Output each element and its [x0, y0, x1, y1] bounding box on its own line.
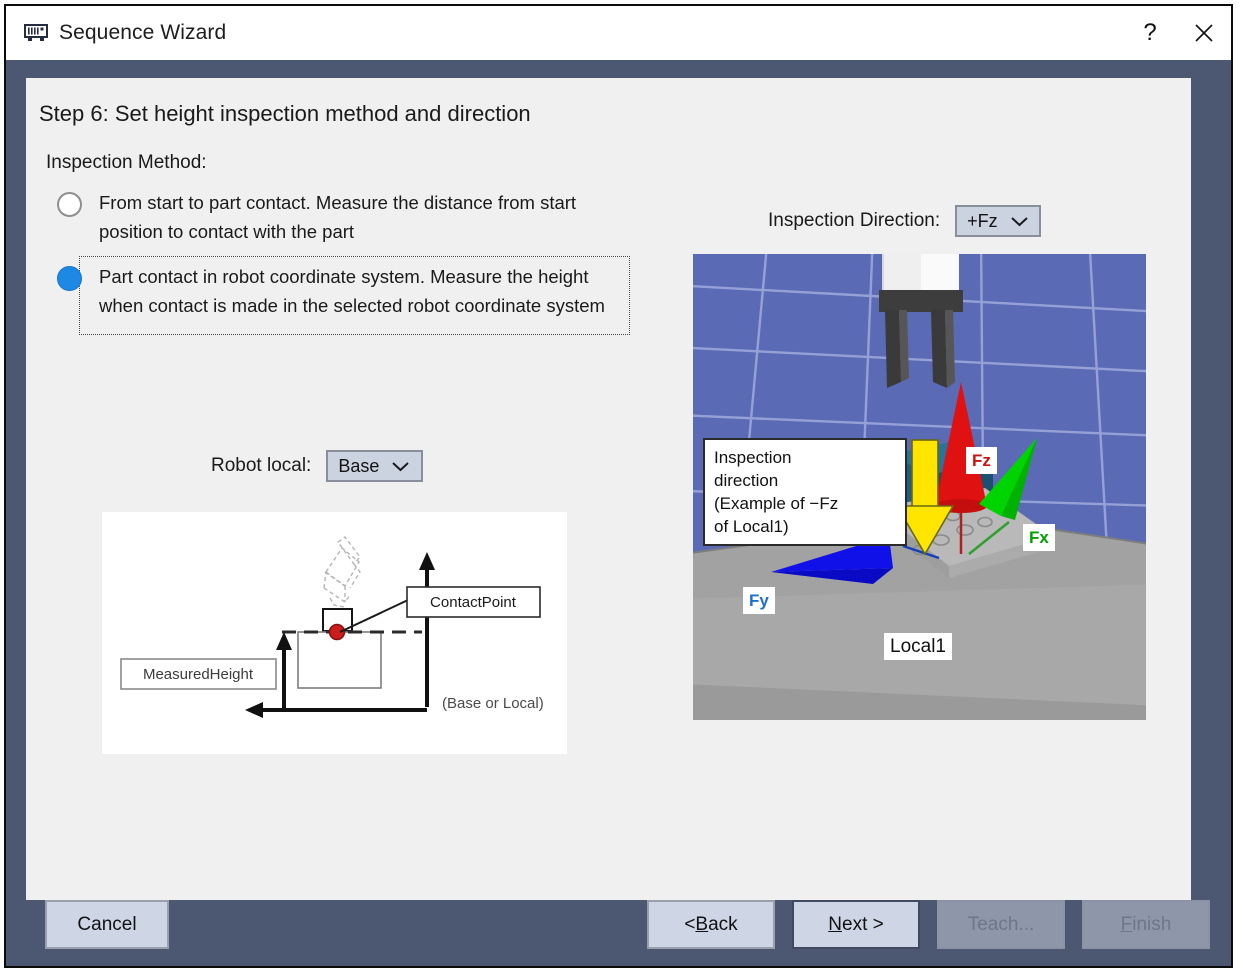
back-button[interactable]: < Back — [647, 900, 775, 949]
inspection-direction-value: +Fz — [967, 211, 998, 232]
axis-label-fz: Fz — [966, 447, 997, 474]
robot-local-label: Robot local: — [211, 455, 311, 477]
diagram-label-contact-point: ContactPoint — [430, 594, 517, 611]
inspection-direction-callout: Inspection direction (Example of −Fz of … — [703, 438, 907, 546]
inspection-method-label: Inspection Method: — [46, 152, 207, 174]
radio-label-from-start: From start to part contact. Measure the … — [99, 188, 637, 246]
robot-gripper-3d-preview: Inspection direction (Example of −Fz of … — [693, 254, 1146, 720]
finish-label-suffix: inish — [1132, 914, 1171, 936]
teach-button: Teach... — [937, 900, 1065, 949]
dialog-frame: Step 6: Set height inspection method and… — [6, 60, 1231, 966]
inspection-direction-label: Inspection Direction: — [768, 210, 940, 232]
radio-label-part-contact: Part contact in robot coordinate system.… — [99, 262, 637, 320]
inspection-direction-dropdown[interactable]: +Fz — [955, 205, 1041, 237]
radio-unselected-icon[interactable] — [57, 192, 82, 217]
inspection-direction-row: Inspection Direction: +Fz — [768, 205, 1041, 237]
chip-icon — [24, 24, 48, 42]
local-frame-label: Local1 — [884, 633, 952, 660]
close-icon[interactable] — [1177, 6, 1231, 60]
sequence-wizard-window: Sequence Wizard ? Step 6: Set height ins… — [4, 4, 1233, 968]
back-label-prefix: < — [684, 914, 695, 936]
radio-option-part-contact-in-robot-coordinate-system[interactable]: Part contact in robot coordinate system.… — [57, 262, 637, 320]
robot-local-row: Robot local: Base — [211, 450, 423, 482]
page-title: Step 6: Set height inspection method and… — [39, 101, 531, 127]
robot-local-dropdown[interactable]: Base — [326, 450, 423, 482]
window-title: Sequence Wizard — [59, 21, 226, 45]
radio-option-from-start-to-part-contact[interactable]: From start to part contact. Measure the … — [57, 188, 637, 246]
next-accelerator: N — [828, 914, 842, 936]
next-label-suffix: ext > — [842, 914, 884, 936]
next-button[interactable]: Next > — [792, 900, 920, 949]
back-accelerator: B — [695, 914, 708, 936]
diagram-label-frame-note: (Base or Local) — [442, 695, 544, 712]
finish-accelerator: F — [1121, 914, 1133, 936]
chevron-down-icon — [1010, 215, 1029, 227]
help-button[interactable]: ? — [1123, 6, 1177, 60]
window-controls: ? — [1123, 6, 1231, 60]
diagram-label-measured-height: MeasuredHeight — [143, 666, 254, 683]
robot-local-value: Base — [338, 456, 379, 477]
cancel-button[interactable]: Cancel — [45, 900, 169, 949]
finish-button: Finish — [1082, 900, 1210, 949]
back-label-suffix: ack — [708, 914, 738, 936]
axis-label-fx: Fx — [1023, 524, 1055, 551]
height-measurement-diagram: ContactPoint MeasuredHeight (Base or Loc… — [102, 512, 567, 754]
radio-selected-icon[interactable] — [57, 266, 82, 291]
title-bar: Sequence Wizard ? — [6, 6, 1231, 60]
axis-label-fy: Fy — [743, 587, 775, 614]
content-panel: Step 6: Set height inspection method and… — [26, 78, 1191, 900]
footer-button-bar: Cancel < Back Next > Teach... Finish — [6, 880, 1231, 966]
chevron-down-icon — [391, 460, 410, 472]
